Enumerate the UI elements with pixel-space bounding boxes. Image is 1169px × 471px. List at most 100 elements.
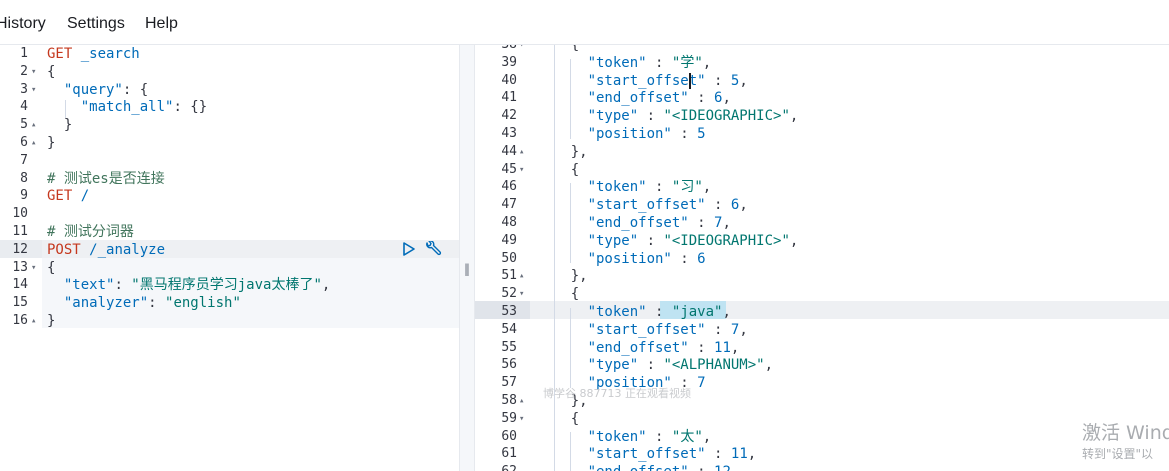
- code-token: :: [646, 428, 672, 445]
- code-text: },: [537, 143, 588, 161]
- line-number: 16: [12, 313, 28, 328]
- line-number: 46: [501, 179, 517, 195]
- code-text: "end_offset" : 7,: [537, 214, 731, 232]
- fold-open-icon[interactable]: ▾: [31, 63, 36, 81]
- code-token: 11: [730, 446, 748, 463]
- code-token: :: [671, 126, 698, 142]
- wrench-icon[interactable]: [424, 241, 442, 257]
- fold-close-icon[interactable]: ▴: [31, 116, 36, 134]
- code-token: "start_offset": [587, 446, 706, 463]
- code-text: "start_offset" : 11,: [537, 445, 757, 463]
- code-line: 14 "text": "黑马程序员学习java太棒了",: [0, 276, 459, 294]
- fold-open-icon[interactable]: ▾: [519, 410, 524, 428]
- code-token: ,: [321, 277, 331, 294]
- code-line: 56 "type" : "<ALPHANUM>",: [475, 356, 1169, 374]
- line-number: 4: [20, 99, 28, 115]
- code-token: :: [114, 277, 132, 294]
- fold-close-icon[interactable]: ▴: [31, 312, 36, 330]
- fold-open-icon[interactable]: ▾: [31, 81, 36, 99]
- fold-close-icon[interactable]: ▴: [31, 134, 36, 152]
- code-token: "end_offset": [587, 215, 689, 231]
- code-token: :: [705, 72, 731, 89]
- line-number: 6: [20, 135, 28, 150]
- code-token: "黑马程序员学习java太棒了": [131, 277, 322, 294]
- line-number: 61: [501, 446, 517, 462]
- code-token: :: [705, 197, 731, 214]
- line-number: 8: [20, 170, 28, 186]
- response-viewer[interactable]: 38▾ {39 "token" : "学",40 "start_offset" …: [475, 45, 1169, 471]
- line-number: 52: [501, 286, 517, 302]
- code-token: },: [537, 268, 588, 285]
- menu-help[interactable]: Help: [145, 15, 178, 33]
- code-token: /_analyze: [89, 241, 166, 258]
- request-editor[interactable]: 1 GET _search 2 ▾{3 ▾ "query": {4 "match_all…: [0, 45, 459, 471]
- fold-close-icon[interactable]: ▴: [519, 143, 524, 161]
- code-text: POST /_analyze: [47, 241, 165, 259]
- code-token: ,: [722, 304, 731, 320]
- play-triangle-icon[interactable]: [402, 242, 416, 256]
- pane-resizer[interactable]: ‖: [459, 45, 475, 471]
- code-token: : {}: [173, 99, 208, 116]
- code-token: "text": [63, 277, 115, 294]
- line-number: 39: [501, 54, 517, 70]
- fold-open-icon[interactable]: ▾: [519, 161, 524, 179]
- live-watermark: 博学谷 887713 正在观看视频: [543, 387, 691, 400]
- code-text: "type" : "<IDEOGRAPHIC>",: [537, 232, 799, 250]
- line-number: 48: [501, 215, 517, 230]
- code-text: "end_offset" : 11,: [537, 339, 740, 357]
- code-token: "start_offset": [587, 321, 706, 338]
- code-line: 10: [0, 205, 459, 223]
- code-token: 12: [714, 464, 731, 471]
- fold-open-icon[interactable]: ▾: [519, 285, 524, 303]
- line-number: 60: [501, 428, 517, 444]
- line-number: 11: [12, 224, 28, 239]
- code-token: }: [47, 313, 56, 329]
- code-line: 6 ▴}: [0, 134, 459, 152]
- fold-close-icon[interactable]: ▴: [519, 392, 524, 410]
- fold-open-icon[interactable]: ▾: [31, 259, 36, 277]
- code-token: :: [688, 90, 715, 107]
- fold-close-icon[interactable]: ▴: [519, 267, 524, 285]
- code-token: "习": [671, 179, 703, 196]
- code-text: {: [537, 45, 579, 54]
- code-token: {: [537, 161, 580, 178]
- line-number: 5: [20, 117, 28, 133]
- code-text: # 测试es是否连接: [47, 170, 165, 188]
- code-token: /: [80, 188, 90, 205]
- code-token: "match_all": [80, 99, 174, 116]
- code-token: "学": [671, 54, 703, 71]
- code-token: :: [638, 108, 664, 125]
- code-token: ,: [702, 54, 712, 71]
- code-token: "english": [165, 295, 241, 312]
- line-number: 53: [501, 304, 517, 319]
- resize-handle-icon[interactable]: ‖: [464, 262, 470, 276]
- code-line: 12 POST /_analyze: [0, 241, 459, 259]
- code-token: ,: [739, 72, 748, 89]
- line-number: 49: [501, 232, 517, 248]
- code-token: 7: [697, 375, 706, 392]
- menu-history[interactable]: History: [0, 15, 46, 33]
- activate-windows-title: 激活 Wind: [1082, 422, 1169, 444]
- code-token: {: [47, 63, 56, 80]
- code-text: "position" : 5: [537, 125, 706, 143]
- code-text: "analyzer": "english": [47, 294, 241, 312]
- code-token: "java": [671, 304, 723, 320]
- code-line: 13 ▾ {: [0, 259, 459, 277]
- menu-settings[interactable]: Settings: [67, 15, 125, 33]
- code-token: {: [537, 410, 580, 427]
- menu-bar: History Settings Help: [0, 0, 1169, 45]
- fold-open-icon[interactable]: ▾: [519, 45, 524, 54]
